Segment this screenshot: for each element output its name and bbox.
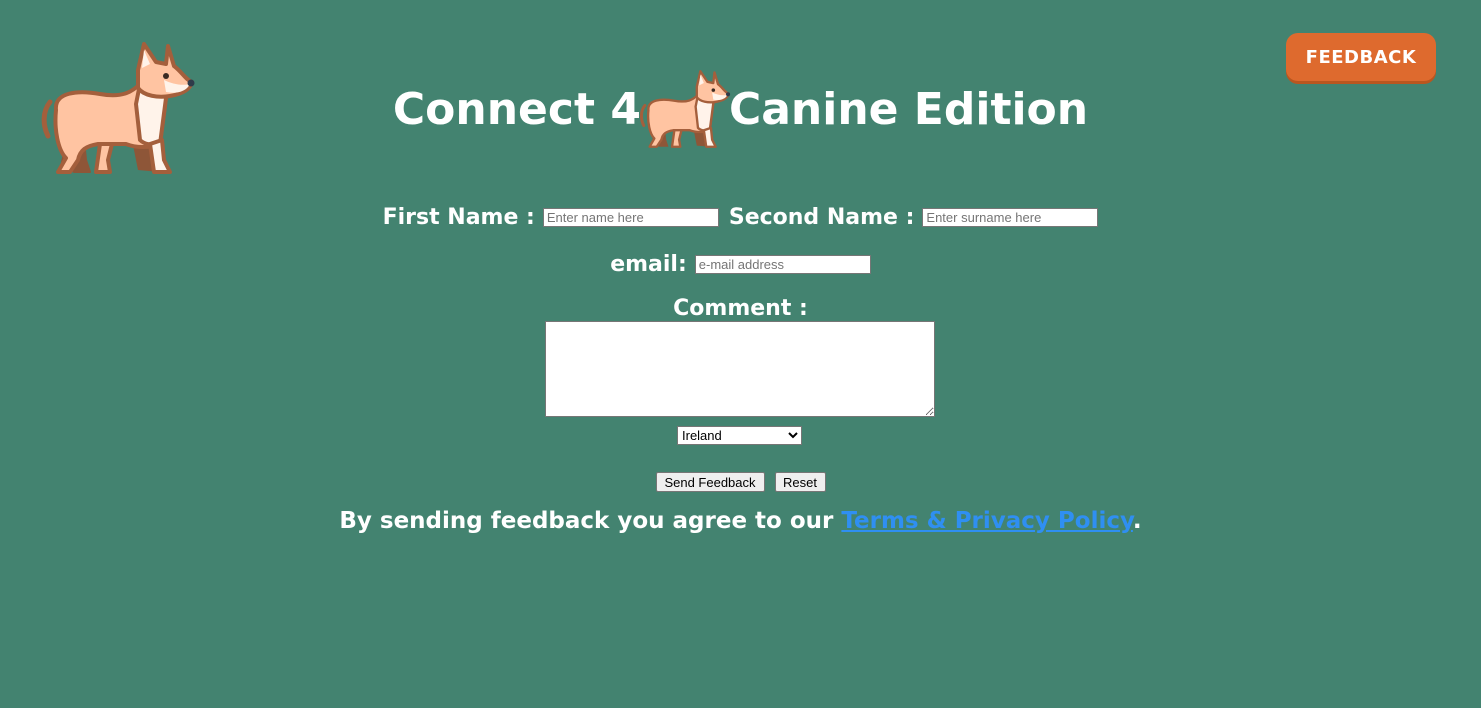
country-select[interactable]: Ireland <box>677 426 802 445</box>
agree-end: . <box>1132 508 1142 534</box>
form-buttons: Send Feedback Reset <box>0 471 1481 493</box>
email-label: email: <box>610 251 687 277</box>
email-input[interactable] <box>694 254 871 274</box>
title-right-text: Canine Edition <box>728 83 1089 135</box>
send-feedback-button[interactable]: Send Feedback <box>655 472 765 492</box>
reset-button[interactable]: Reset <box>774 472 826 492</box>
second-name-input[interactable] <box>922 207 1099 227</box>
comment-textarea[interactable] <box>545 321 935 417</box>
comment-label: Comment : <box>673 295 808 321</box>
dog-icon <box>639 70 731 148</box>
terms-agreement-text: By sending feedback you agree to our Ter… <box>0 508 1481 534</box>
second-name-label: Second Name : <box>728 204 915 230</box>
first-name-label: First Name : <box>382 204 535 230</box>
page-title: Connect 4 Canine Edition <box>0 66 1481 152</box>
comment-label-row: Comment : <box>0 294 1481 322</box>
title-left-text: Connect 4 <box>392 83 641 135</box>
email-row: email: <box>0 250 1481 278</box>
agree-text: By sending feedback you agree to our <box>339 508 834 534</box>
privacy-policy-link[interactable]: Terms & Privacy Policy <box>841 508 1132 534</box>
first-name-input[interactable] <box>542 207 719 227</box>
name-row: First Name : Second Name : <box>0 203 1481 231</box>
